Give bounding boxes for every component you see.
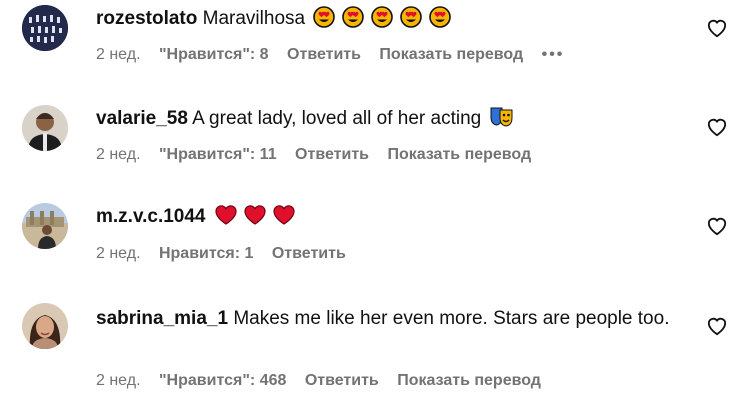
avatar[interactable] — [22, 105, 68, 151]
red-hearts-emoji-icon — [214, 204, 298, 234]
show-translation-button[interactable]: Показать перевод — [379, 46, 523, 63]
comment-text: Maravilhosa — [202, 8, 306, 29]
comment-text-block: m.z.v.c.1044 — [96, 203, 686, 234]
comment-time: 2 нед. — [96, 146, 141, 163]
comment-meta: 2 нед. "Нравится": 468 Ответить Показать… — [96, 372, 555, 390]
reply-button[interactable]: Ответить — [305, 372, 379, 389]
comment-text: Makes me like her even more. Stars are p… — [233, 308, 670, 329]
comment-meta: 2 нед. "Нравится": 11 Ответить Показать … — [96, 146, 545, 164]
reply-button[interactable]: Ответить — [295, 146, 369, 163]
show-translation-button[interactable]: Показать перевод — [397, 372, 541, 389]
comment-text-block: sabrina_mia_1 Makes me like her even mor… — [96, 305, 686, 332]
comment-time: 2 нед. — [96, 372, 141, 389]
comment-time: 2 нед. — [96, 245, 141, 262]
comment-text-block: rozestolato Maravilhosa — [96, 5, 686, 36]
comment-meta: 2 нед. Нравится: 1 Ответить — [96, 245, 360, 263]
reply-button[interactable]: Ответить — [272, 245, 346, 262]
comment-username[interactable]: rozestolato — [96, 8, 197, 29]
like-heart-icon[interactable] — [706, 316, 728, 336]
likes-count[interactable]: Нравится: 1 — [159, 245, 253, 262]
avatar-image — [22, 5, 68, 51]
avatar[interactable] — [22, 203, 68, 249]
likes-count[interactable]: "Нравится": 11 — [159, 146, 277, 163]
avatar-image — [22, 303, 68, 349]
avatar-image — [22, 203, 68, 249]
comment-username[interactable]: sabrina_mia_1 — [96, 308, 228, 329]
likes-count[interactable]: "Нравится": 8 — [159, 46, 269, 63]
comment-time: 2 нед. — [96, 46, 141, 63]
like-heart-icon[interactable] — [706, 117, 728, 137]
comment-text: A great lady, loved all of her acting — [192, 108, 482, 129]
show-translation-button[interactable]: Показать перевод — [387, 146, 531, 163]
performing-arts-emoji-icon — [489, 106, 515, 136]
avatar-image — [22, 105, 68, 151]
comment-text-block: valarie_58 A great lady, loved all of he… — [96, 105, 686, 136]
avatar[interactable] — [22, 5, 68, 51]
like-heart-icon[interactable] — [706, 216, 728, 236]
heart-eyes-emoji-icon — [313, 6, 455, 36]
comment-meta: 2 нед. "Нравится": 8 Ответить Показать п… — [96, 46, 578, 64]
comment-username[interactable]: valarie_58 — [96, 108, 188, 129]
comment-username[interactable]: m.z.v.c.1044 — [96, 206, 206, 227]
reply-button[interactable]: Ответить — [287, 46, 361, 63]
more-options-icon[interactable]: ••• — [542, 46, 565, 63]
likes-count[interactable]: "Нравится": 468 — [159, 372, 286, 389]
avatar[interactable] — [22, 303, 68, 349]
like-heart-icon[interactable] — [706, 18, 728, 38]
